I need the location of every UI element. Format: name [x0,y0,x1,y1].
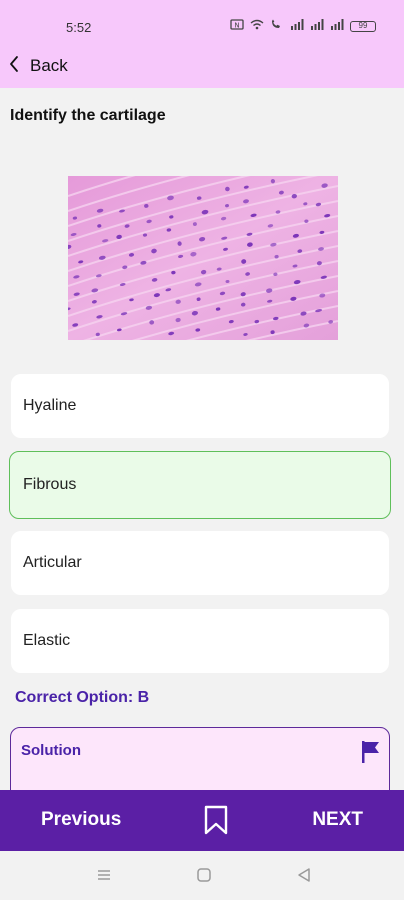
battery-icon: 99 [350,20,376,32]
correct-option-text: Correct Option: B [15,689,150,706]
solution-title: Solution [21,742,81,759]
option-a[interactable]: Hyaline [11,374,389,438]
bottom-navigation: Previous NEXT [0,790,404,851]
wifi-call-icon [270,19,284,33]
status-time: 5:52 [66,20,92,35]
signal-icon [290,19,304,33]
chevron-left-icon [8,55,20,78]
option-label: Articular [23,554,82,571]
option-d[interactable]: Elastic [11,609,389,673]
nfc-icon: N [230,19,244,33]
next-button[interactable]: NEXT [312,809,363,831]
bookmark-icon[interactable] [203,805,229,841]
svg-text:N: N [234,22,239,30]
menu-icon[interactable] [96,867,112,888]
signal-icon [310,19,324,33]
home-icon[interactable] [196,867,212,888]
status-bar: 5:52 N 99 [0,0,404,44]
status-icons: N 99 [230,19,376,33]
option-label: Fibrous [23,476,77,493]
option-label: Hyaline [23,397,77,414]
signal-icon [330,19,344,33]
app-bar: Back [0,44,404,88]
previous-button[interactable]: Previous [41,809,121,831]
back-triangle-icon[interactable] [296,867,312,888]
wifi-icon [250,19,264,33]
question-image [65,125,339,392]
option-b[interactable]: Fibrous [9,451,391,519]
option-c[interactable]: Articular [11,531,389,595]
system-navigation-bar [0,851,404,900]
back-label: Back [30,56,68,75]
option-label: Elastic [23,632,71,649]
back-button[interactable]: Back [8,52,68,80]
flag-icon[interactable] [361,740,381,769]
question-text: Identify the cartilage [10,107,166,124]
